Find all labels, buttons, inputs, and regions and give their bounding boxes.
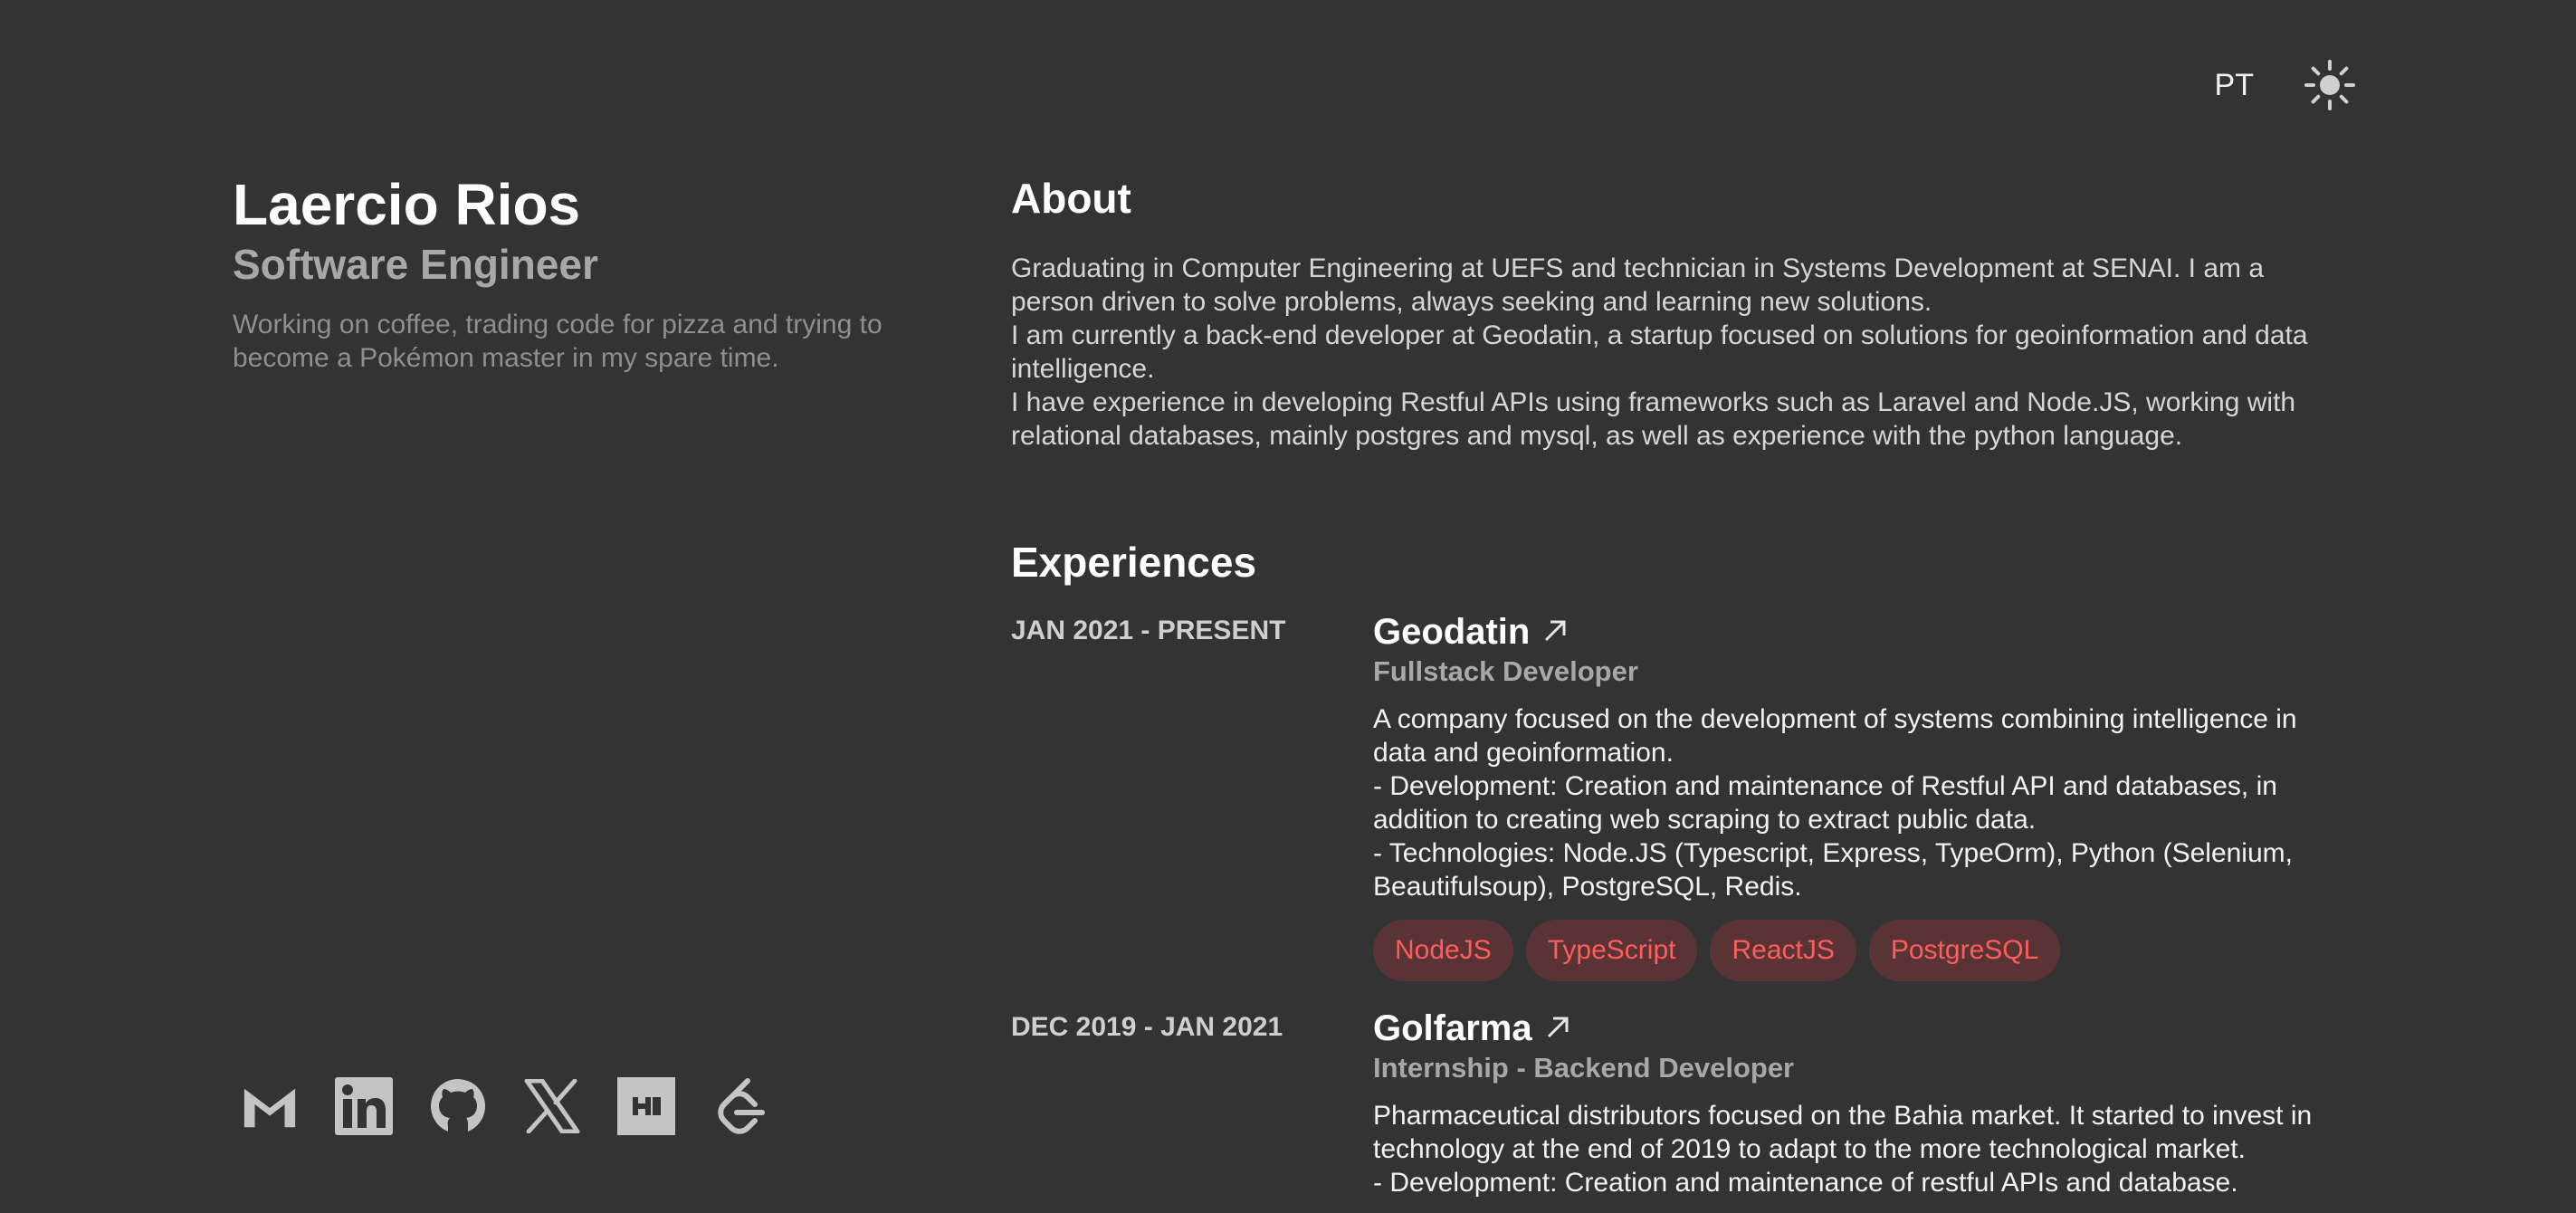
about-paragraph: I am currently a back-end developer at G…	[1011, 320, 2308, 384]
experience-body: Geodatin Fullstack Developer A company f…	[1373, 610, 2351, 1007]
experiences-title: Experiences	[1011, 539, 1257, 586]
position-title: Fullstack Developer	[1373, 655, 1638, 687]
main-content: About Graduating in Computer Engineering…	[1011, 170, 2351, 1199]
sun-icon[interactable]	[2301, 56, 2359, 114]
profile-role: Software Engineer	[233, 240, 598, 288]
company-link[interactable]: Golfarma	[1373, 1007, 2351, 1050]
tech-tags: NodeJS TypeScript ReactJS PostgreSQL	[1373, 920, 2351, 981]
profile-tagline: Working on coffee, trading code for pizz…	[233, 309, 883, 373]
about-title: About	[1011, 175, 1131, 222]
experience-date: DEC 2019 - JAN 2021	[1011, 1012, 1283, 1042]
about-text: Graduating in Computer Engineering at UE…	[1011, 252, 2351, 453]
tech-tag: NodeJS	[1373, 920, 1513, 981]
gmail-icon[interactable]	[241, 1077, 299, 1135]
about-paragraph: Graduating in Computer Engineering at UE…	[1011, 253, 2265, 317]
top-bar: PT	[2215, 56, 2359, 114]
profile-header: Laercio Rios Software Engineer Working o…	[233, 170, 921, 375]
description-line: - Development: Creation and maintenance …	[1373, 771, 2277, 835]
experience-item: DEC 2019 - JAN 2021 Golfarma Internship …	[1011, 1007, 2351, 1199]
external-link-icon	[1545, 1007, 1570, 1050]
social-links	[241, 1077, 769, 1135]
tech-tag: PostgreSQL	[1868, 920, 2061, 981]
tech-tag: TypeScript	[1525, 920, 1698, 981]
description-line: A company focused on the development of …	[1373, 704, 2297, 768]
position-title: Internship - Backend Developer	[1373, 1052, 1795, 1084]
description-line: - Development: Creation and maintenance …	[1373, 1168, 2238, 1198]
company-name: Golfarma	[1373, 1008, 1532, 1048]
experience-body: Golfarma Internship - Backend Developer …	[1373, 1007, 2351, 1199]
description-line: - Technologies: Node.JS (Typescript, Exp…	[1373, 838, 2293, 902]
x-icon[interactable]	[523, 1077, 581, 1135]
external-link-icon	[1542, 610, 1568, 654]
company-name: Geodatin	[1373, 612, 1531, 652]
experience-description: A company focused on the development of …	[1373, 702, 2351, 903]
description-line: Pharmaceutical distributors focused on t…	[1373, 1101, 2313, 1164]
about-paragraph: I have experience in developing Restful …	[1011, 387, 2296, 451]
profile-name: Laercio Rios	[233, 172, 581, 237]
experience-item: JAN 2021 - PRESENT Geodatin Fullstack De…	[1011, 610, 2351, 1007]
linkedin-icon[interactable]	[335, 1077, 393, 1135]
experience-date: JAN 2021 - PRESENT	[1011, 616, 1286, 645]
github-icon[interactable]	[429, 1077, 487, 1135]
language-toggle[interactable]: PT	[2215, 68, 2254, 103]
company-link[interactable]: Geodatin	[1373, 610, 2351, 654]
experience-description: Pharmaceutical distributors focused on t…	[1373, 1099, 2351, 1199]
tech-tag: ReactJS	[1710, 920, 1856, 981]
portfolio-page: PT Laercio Rios Software Engineer Workin…	[0, 0, 2576, 1213]
leetcode-icon[interactable]	[711, 1077, 769, 1135]
hackerrank-icon[interactable]	[617, 1077, 675, 1135]
